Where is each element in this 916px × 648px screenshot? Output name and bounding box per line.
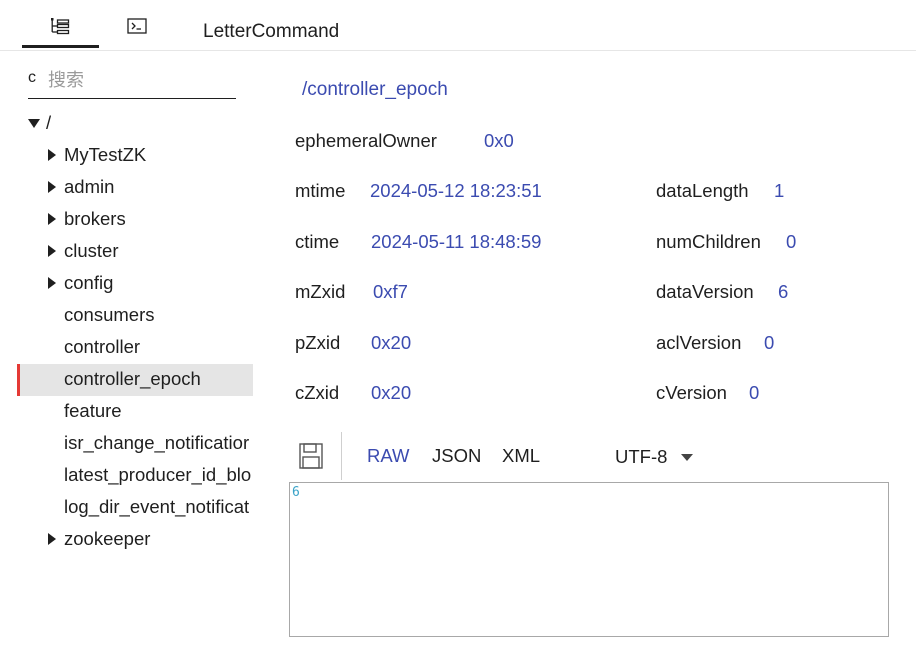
format-json-button[interactable]: JSON — [432, 445, 481, 467]
acl-version-value: 0 — [764, 332, 775, 353]
save-icon[interactable] — [299, 443, 323, 469]
caret-right-icon[interactable] — [48, 213, 56, 225]
tree-item-label: latest_producer_id_blo — [64, 464, 252, 485]
editor-content[interactable]: 6 — [292, 485, 300, 500]
encoding-value: UTF-8 — [615, 446, 668, 467]
tree-root[interactable]: / — [28, 107, 51, 139]
tree-item-cluster[interactable]: cluster — [48, 235, 253, 267]
czxid-value: 0x20 — [371, 382, 412, 403]
tree-item-label: MyTestZK — [64, 144, 147, 165]
czxid-label: cZxid — [295, 382, 340, 403]
num-children-value: 0 — [786, 231, 797, 252]
top-tab-bar: LetterCommand — [0, 0, 916, 51]
tree-item-label: controller_epoch — [64, 368, 201, 389]
search-input[interactable] — [46, 66, 235, 94]
tree-item-consumers[interactable]: consumers — [64, 299, 253, 331]
data-version-label: dataVersion — [656, 281, 754, 302]
tab-letter-command[interactable]: LetterCommand — [203, 21, 339, 43]
caret-right-icon[interactable] — [48, 149, 56, 161]
tree-item-label: isr_change_notificatior — [64, 432, 250, 453]
node-path: /controller_epoch — [302, 79, 448, 100]
tree-item-label: cluster — [64, 240, 119, 261]
num-children-label: numChildren — [656, 231, 761, 252]
mtime-label: mtime — [295, 180, 346, 201]
search-box: c — [28, 64, 236, 99]
caret-down-icon[interactable] — [28, 118, 40, 128]
c-version-label: cVersion — [656, 382, 727, 403]
tree-item-label: admin — [64, 176, 115, 197]
toolbar-divider — [341, 432, 342, 480]
tree-item-zookeeper[interactable]: zookeeper — [48, 523, 253, 555]
selected-row-marker — [17, 364, 20, 396]
tree-item-controller-epoch[interactable]: controller_epoch — [64, 363, 253, 395]
tree-item-log-dir-event-notificat[interactable]: log_dir_event_notificat — [64, 491, 253, 523]
mtime-value: 2024-05-12 18:23:51 — [370, 180, 542, 201]
tree-item-label: consumers — [64, 304, 155, 325]
search-icon: c — [28, 69, 36, 86]
tree-item-controller[interactable]: controller — [64, 331, 253, 363]
data-length-label: dataLength — [656, 180, 749, 201]
chevron-down-icon[interactable] — [681, 453, 694, 461]
tree-item-latest-producer-id-blo[interactable]: latest_producer_id_blo — [64, 459, 253, 491]
caret-right-icon[interactable] — [48, 533, 56, 545]
active-tab-indicator — [22, 45, 99, 48]
c-version-value: 0 — [749, 382, 760, 403]
data-length-value: 1 — [774, 180, 785, 201]
ephemeral-owner-label: ephemeralOwner — [295, 130, 437, 151]
tree-icon[interactable] — [50, 17, 70, 35]
tree-item-label: controller — [64, 336, 141, 357]
tree-item-admin[interactable]: admin — [48, 171, 253, 203]
tree-item-label: zookeeper — [64, 528, 151, 549]
tree-item-label: log_dir_event_notificat — [64, 496, 250, 517]
tree-item-feature[interactable]: feature — [64, 395, 253, 427]
terminal-icon[interactable] — [127, 17, 147, 35]
tree-root-label: / — [46, 112, 52, 133]
ctime-label: ctime — [295, 231, 340, 252]
format-xml-button[interactable]: XML — [502, 445, 540, 467]
ctime-value: 2024-05-11 18:48:59 — [371, 231, 542, 252]
tree-item-label: feature — [64, 400, 122, 421]
tree-item-label: brokers — [64, 208, 126, 229]
encoding-select[interactable]: UTF-8 — [615, 445, 694, 469]
tree-item-mytestzk[interactable]: MyTestZK — [48, 139, 253, 171]
caret-right-icon[interactable] — [48, 245, 56, 257]
tree-item-isr-change-notificatior[interactable]: isr_change_notificatior — [64, 427, 253, 459]
caret-right-icon[interactable] — [48, 277, 56, 289]
data-version-value: 6 — [778, 281, 789, 302]
mzxid-value: 0xf7 — [373, 281, 408, 302]
caret-right-icon[interactable] — [48, 181, 56, 193]
tree-item-config[interactable]: config — [48, 267, 253, 299]
ephemeral-owner-value: 0x0 — [484, 130, 514, 151]
pzxid-label: pZxid — [295, 332, 341, 353]
tree-item-label: config — [64, 272, 114, 293]
acl-version-label: aclVersion — [656, 332, 742, 353]
format-raw-button[interactable]: RAW — [367, 445, 409, 467]
data-editor[interactable]: 6 — [289, 482, 889, 637]
mzxid-label: mZxid — [295, 281, 346, 302]
tree-item-brokers[interactable]: brokers — [48, 203, 253, 235]
pzxid-value: 0x20 — [371, 332, 412, 353]
